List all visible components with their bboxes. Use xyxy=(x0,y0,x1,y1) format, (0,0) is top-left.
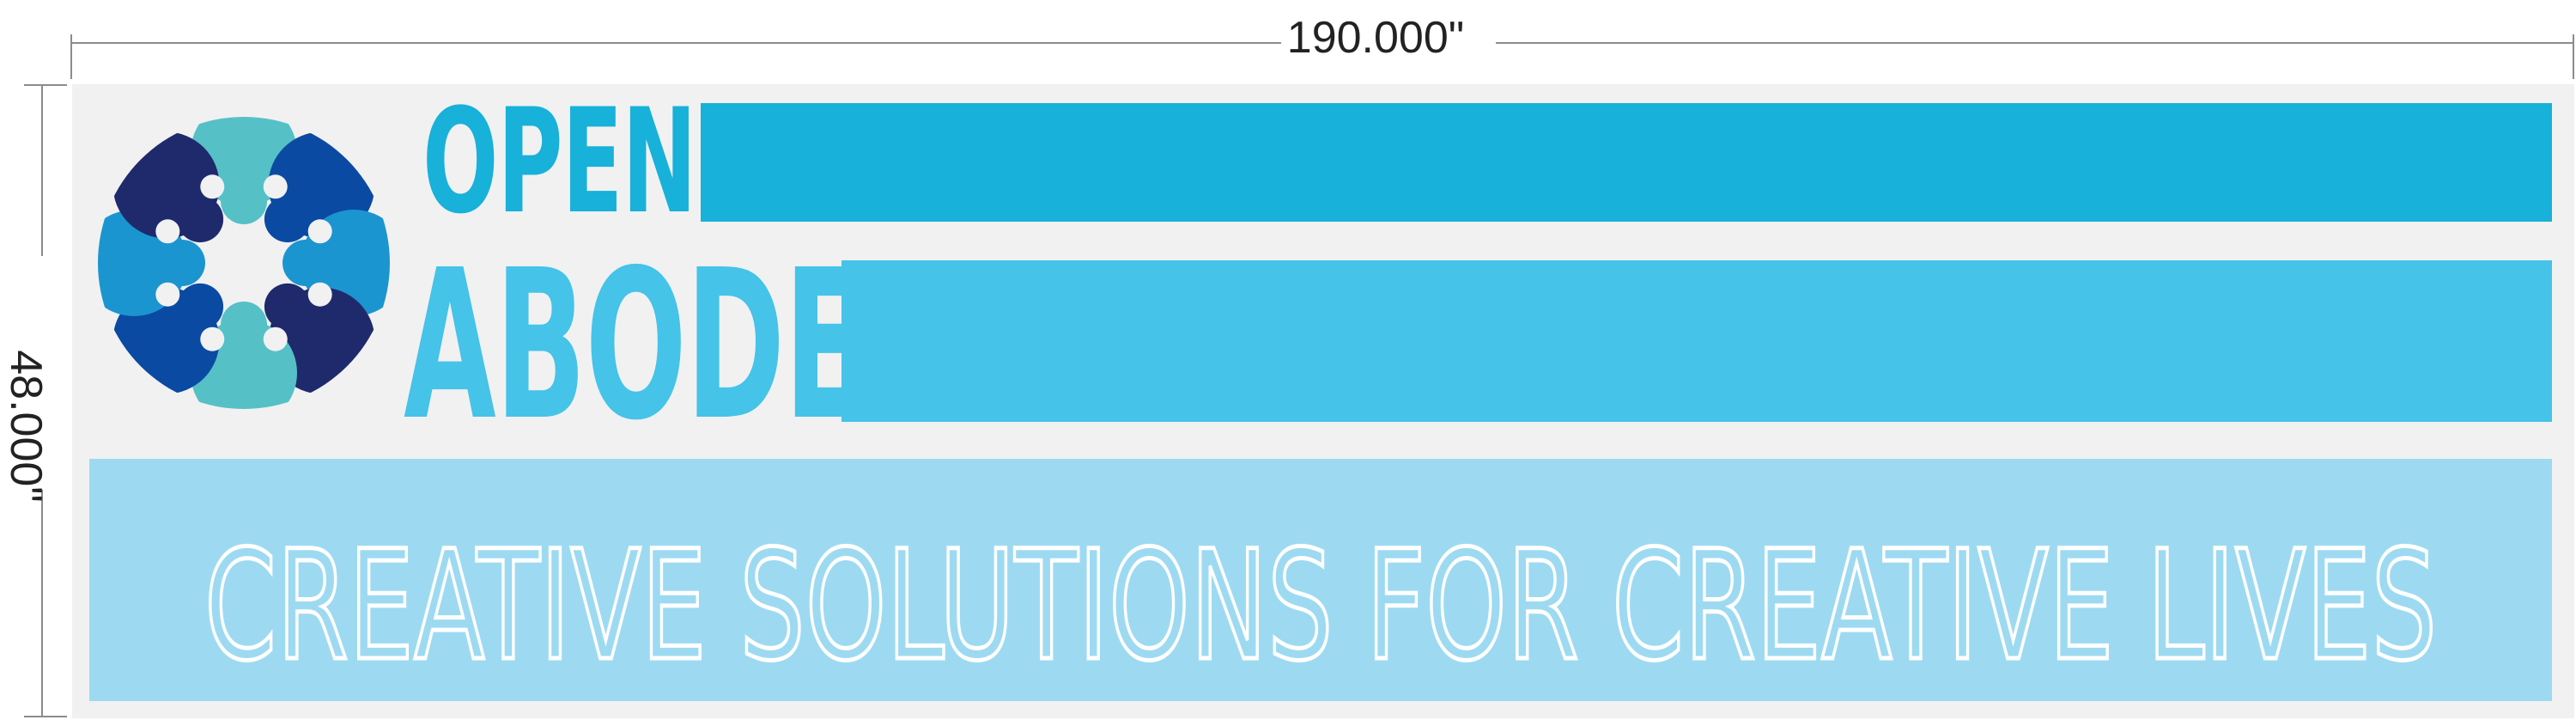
logo-gap xyxy=(155,282,180,307)
width-dimension-line-right xyxy=(1496,42,2573,44)
logo-person-head xyxy=(159,240,205,286)
logo-gap xyxy=(200,326,225,351)
width-dimension-line-left xyxy=(72,42,1281,44)
banner-artboard: OPEN ABODE CREATIVE SOLUTIONS FOR CREATI… xyxy=(72,84,2574,718)
width-dimension-label: 190.000" xyxy=(1286,13,1465,63)
height-dimension-tick-top xyxy=(24,84,67,86)
height-dimension-tick-bottom xyxy=(24,716,67,717)
logo-person-head xyxy=(283,240,329,286)
logo-person-head xyxy=(264,196,311,243)
logo-person-head xyxy=(177,283,224,330)
logo-person-head xyxy=(221,178,267,224)
logo-gap xyxy=(307,219,332,244)
logo-center-hole xyxy=(210,229,278,297)
logo-person-head xyxy=(264,283,311,330)
width-dimension-tick-right xyxy=(2573,34,2574,79)
logo-person-head xyxy=(177,196,224,243)
logo-gap xyxy=(307,282,332,307)
width-dimension-tick-left xyxy=(70,34,72,79)
tagline-svg: CREATIVE SOLUTIONS FOR CREATIVE LIVES xyxy=(203,516,2439,697)
logo-gap xyxy=(263,326,288,351)
height-dimension-label: 48.000" xyxy=(1,350,51,503)
color-bar-top xyxy=(701,103,2552,222)
tagline-panel: CREATIVE SOLUTIONS FOR CREATIVE LIVES xyxy=(89,459,2552,701)
brand-word-open: OPEN xyxy=(422,77,696,246)
tagline-text: CREATIVE SOLUTIONS FOR CREATIVE LIVES xyxy=(204,518,2437,694)
people-circle-logo-icon xyxy=(98,117,390,409)
logo-gap xyxy=(200,174,225,199)
color-bar-bottom xyxy=(841,260,2552,422)
logo-person-head xyxy=(221,302,267,348)
brand-word-abode: ABODE xyxy=(404,225,866,466)
height-dimension-line-top xyxy=(41,84,43,256)
logo-gap xyxy=(263,174,288,199)
logo-gap xyxy=(155,219,180,244)
